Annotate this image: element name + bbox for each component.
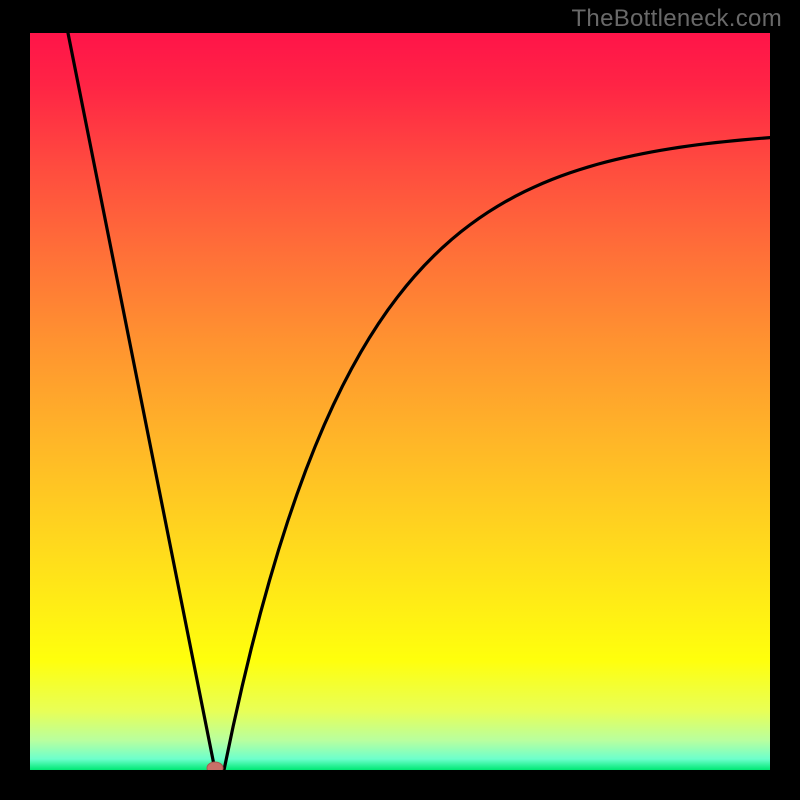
chart-plot-area xyxy=(30,33,770,770)
operating-point-marker xyxy=(207,762,223,770)
chart-svg xyxy=(30,33,770,770)
watermark-text: TheBottleneck.com xyxy=(571,5,782,33)
